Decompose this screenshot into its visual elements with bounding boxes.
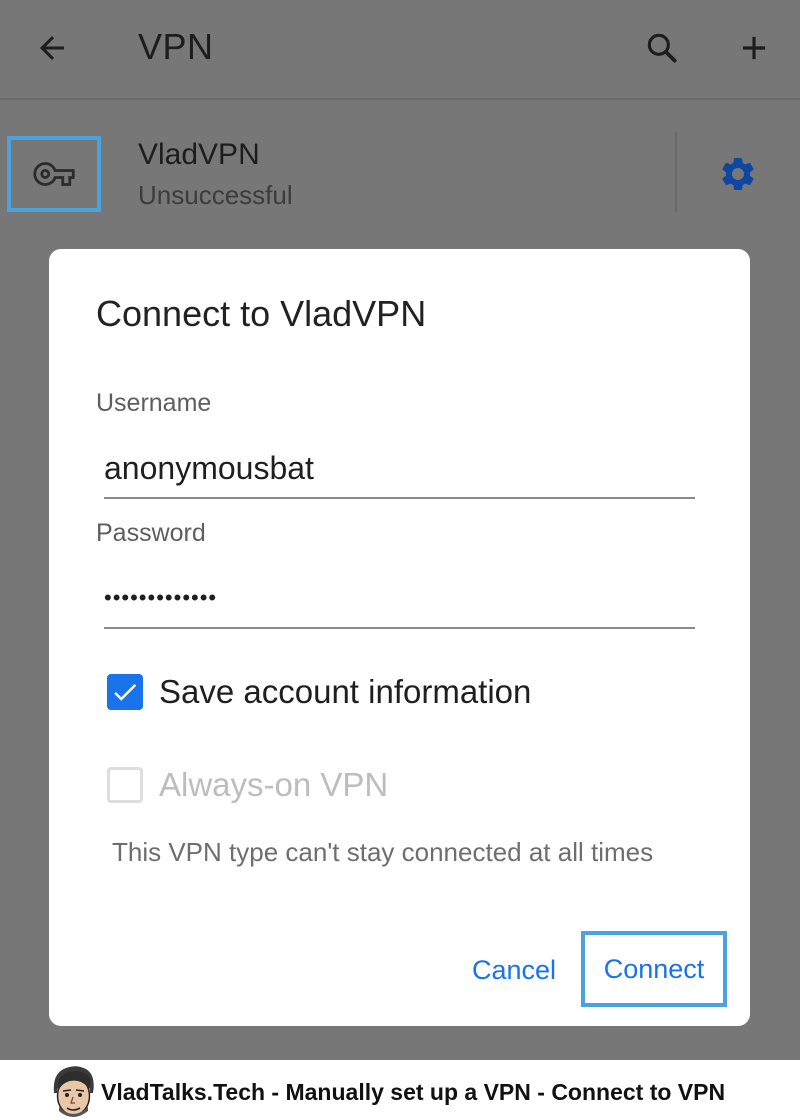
save-account-checkbox-row[interactable]: Save account information	[107, 673, 531, 711]
add-vpn-button[interactable]	[728, 22, 780, 74]
avatar	[53, 1066, 94, 1117]
username-label: Username	[96, 389, 212, 417]
password-label: Password	[96, 519, 206, 547]
save-account-label: Save account information	[159, 673, 532, 710]
search-icon	[647, 33, 677, 63]
search-button[interactable]	[636, 22, 688, 74]
vpn-settings-button[interactable]	[712, 148, 764, 200]
gear-icon	[722, 158, 754, 190]
app-bar: VPN	[0, 0, 800, 100]
key-icon	[33, 162, 75, 186]
always-on-label: Always-on VPN	[159, 766, 389, 803]
back-button[interactable]	[26, 22, 78, 74]
cancel-button[interactable]: Cancel	[459, 945, 569, 995]
username-field[interactable]	[104, 439, 695, 499]
plus-icon	[742, 36, 766, 60]
connect-dialog: Connect to VladVPN Username Password Sav…	[49, 249, 750, 1026]
caption-bar: VladTalks.Tech - Manually set up a VPN -…	[0, 1060, 800, 1120]
vpn-name: VladVPN	[138, 138, 260, 171]
always-on-checkbox-row: Always-on VPN	[107, 766, 388, 804]
always-on-note: This VPN type can't stay connected at al…	[112, 837, 654, 867]
vpn-list-item[interactable]: VladVPN Unsuccessful	[0, 102, 800, 242]
arrow-left-icon	[40, 36, 64, 60]
caption-text: VladTalks.Tech - Manually set up a VPN -…	[101, 1079, 726, 1105]
vpn-icon-highlight	[7, 136, 101, 212]
dialog-title: Connect to VladVPN	[96, 293, 427, 334]
always-on-checkbox	[107, 767, 143, 803]
row-divider	[675, 132, 677, 212]
connect-button[interactable]: Connect	[581, 931, 727, 1007]
vpn-status: Unsuccessful	[138, 180, 293, 210]
checkmark-icon	[114, 684, 137, 701]
save-account-checkbox[interactable]	[107, 674, 143, 710]
page-title: VPN	[138, 26, 214, 67]
password-field[interactable]	[104, 569, 695, 629]
